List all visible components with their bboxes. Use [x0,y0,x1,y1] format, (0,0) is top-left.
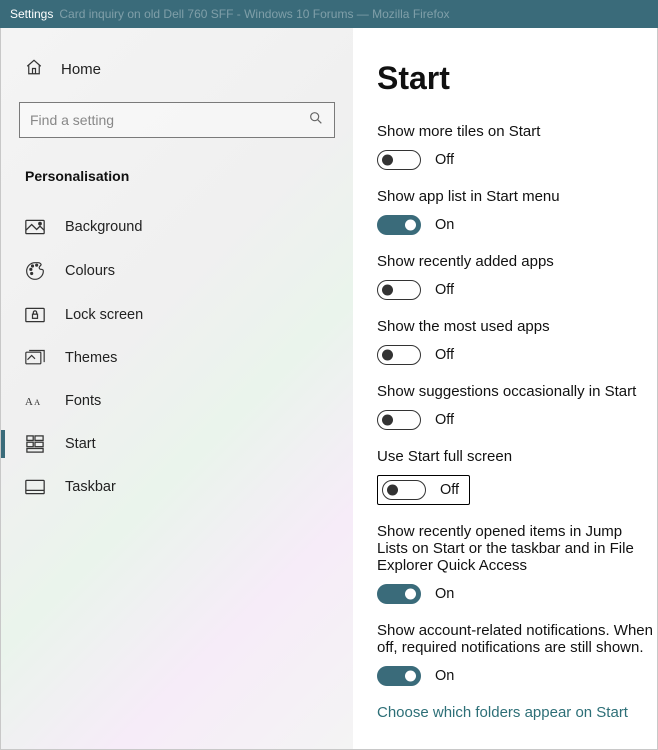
main-panel: Start Show more tiles on Start Off Show ap… [353,28,657,749]
search-input[interactable] [30,112,308,128]
setting-row: Show suggestions occasionally in Start Of… [377,383,657,430]
toggle-switch[interactable] [377,345,421,365]
home-button[interactable]: Home [19,50,335,102]
toggle-row: Off [377,280,657,300]
toggle-switch[interactable] [377,150,421,170]
start-icon [25,435,45,453]
background-icon [25,219,45,235]
toggle-switch[interactable] [377,215,421,235]
home-icon [25,58,43,80]
toggle-state-text: Off [435,347,454,363]
toggle-row: On [377,666,657,686]
sidebar-item-background[interactable]: Background [19,206,335,248]
toggle-switch[interactable] [377,666,421,686]
setting-label: Show app list in Start menu [377,188,657,205]
window-content: Home Personalisation Background [0,28,658,750]
setting-row: Show recently opened items in Jump Lists… [377,523,657,604]
toggle-switch[interactable] [382,480,426,500]
taskbar-icon [25,479,45,495]
setting-label: Show recently opened items in Jump Lists… [377,523,657,574]
toggle-row: On [377,584,657,604]
setting-label: Show the most used apps [377,318,657,335]
sidebar: Home Personalisation Background [1,28,353,749]
sidebar-item-label: Start [65,436,96,452]
setting-label: Show recently added apps [377,253,657,270]
setting-label: Use Start full screen [377,448,657,465]
toggle-switch[interactable] [377,410,421,430]
titlebar: Settings Card inquiry on old Dell 760 SF… [0,0,658,28]
toggle-row: Off [377,150,657,170]
colours-icon [25,261,45,281]
toggle-state-text: On [435,217,454,233]
toggle-row: On [377,215,657,235]
sidebar-item-themes[interactable]: Themes [19,336,335,380]
home-label: Home [61,61,101,78]
toggle-state-text: Off [435,282,454,298]
themes-icon [25,349,45,367]
setting-row: Use Start full screen Off [377,448,657,505]
sidebar-item-label: Colours [65,263,115,279]
titlebar-background-window: Card inquiry on old Dell 760 SFF - Windo… [59,7,449,21]
sidebar-item-label: Background [65,219,142,235]
setting-row: Show the most used apps Off [377,318,657,365]
setting-label: Show account-related notifications. When… [377,622,657,656]
toggle-switch[interactable] [377,584,421,604]
sidebar-item-label: Themes [65,350,117,366]
sidebar-item-colours[interactable]: Colours [19,248,335,294]
setting-label: Show suggestions occasionally in Start [377,383,657,400]
search-icon [308,110,324,131]
toggle-state-text: Off [440,482,459,498]
toggle-row: Off [377,475,470,505]
sidebar-item-taskbar[interactable]: Taskbar [19,466,335,508]
search-box[interactable] [19,102,335,138]
sidebar-item-fonts[interactable]: A A Fonts [19,380,335,422]
sidebar-item-label: Taskbar [65,479,116,495]
titlebar-app: Settings [10,7,53,21]
choose-folders-link[interactable]: Choose which folders appear on Start [377,704,657,721]
toggle-state-text: Off [435,152,454,168]
toggle-state-text: On [435,586,454,602]
sidebar-item-label: Fonts [65,393,101,409]
svg-text:A: A [25,396,33,408]
toggle-switch[interactable] [377,280,421,300]
svg-text:A: A [34,398,40,407]
setting-row: Show app list in Start menu On [377,188,657,235]
toggle-row: Off [377,345,657,365]
setting-row: Show recently added apps Off [377,253,657,300]
setting-row: Show more tiles on Start Off [377,123,657,170]
settings-list: Show more tiles on Start Off Show app list… [377,123,657,686]
setting-row: Show account-related notifications. When… [377,622,657,686]
page-title: Start [377,60,657,97]
sidebar-nav: Background Colours [19,206,335,508]
toggle-row: Off [377,410,657,430]
toggle-state-text: On [435,668,454,684]
fonts-icon: A A [25,393,45,409]
sidebar-item-start[interactable]: Start [19,422,335,466]
sidebar-item-label: Lock screen [65,307,143,323]
setting-label: Show more tiles on Start [377,123,657,140]
toggle-state-text: Off [435,412,454,428]
sidebar-item-lockscreen[interactable]: Lock screen [19,294,335,336]
sidebar-category: Personalisation [25,168,335,184]
lockscreen-icon [25,307,45,323]
